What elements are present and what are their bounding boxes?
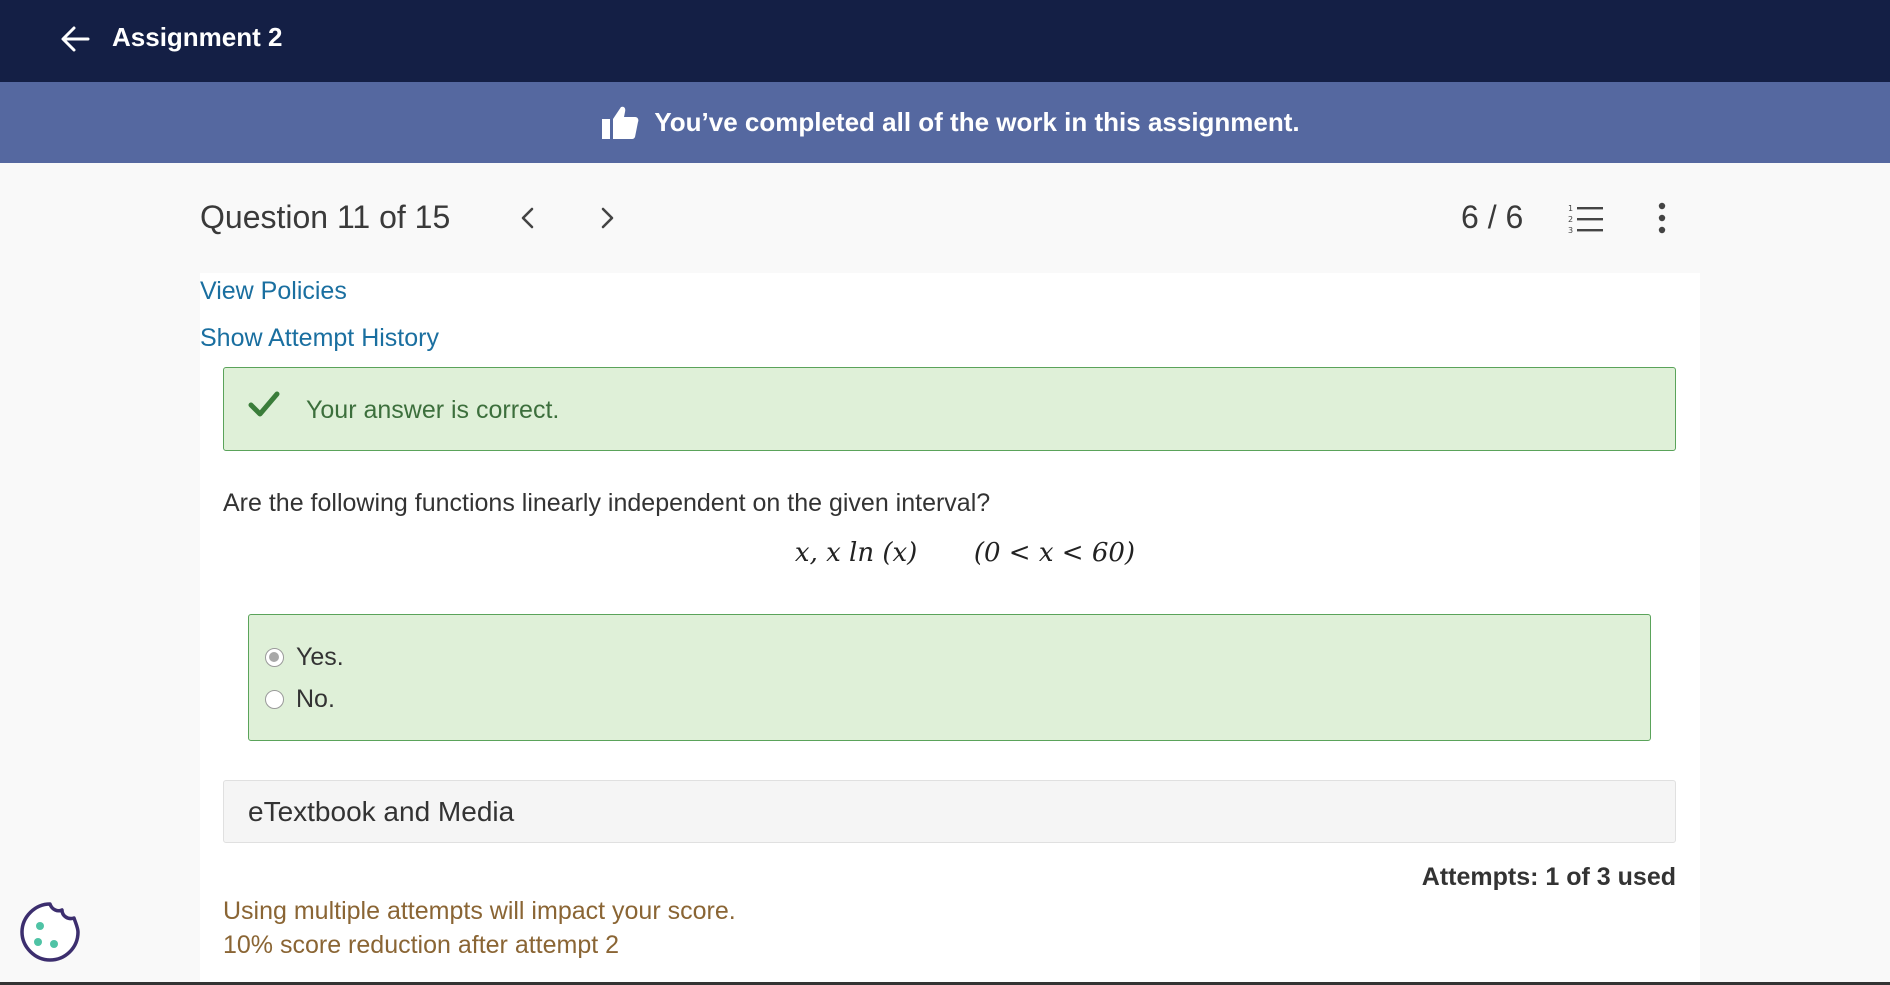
question-prompt: Are the following functions linearly ind… [223,489,991,517]
numbered-list-icon[interactable]: 1 2 3 [1568,203,1604,235]
svg-text:2: 2 [1568,215,1573,224]
policy-note: 10% score reduction after attempt 2 [223,931,620,959]
completion-banner: You’ve completed all of the work in this… [0,82,1890,163]
option-label: No. [296,685,335,713]
svg-text:1: 1 [1568,204,1573,213]
left-gutter [0,273,200,985]
attempts-counter: Attempts: 1 of 3 used [1421,863,1676,891]
chevron-left-icon[interactable] [513,203,543,233]
view-policies-link[interactable]: View Policies [200,277,347,306]
policy-note: Using multiple attempts will impact your… [223,897,736,925]
arrow-left-icon[interactable] [58,22,92,56]
thumbs-up-icon [602,106,639,139]
svg-text:3: 3 [1568,226,1573,235]
top-bar: Assignment 2 [0,0,1890,82]
feedback-text: Your answer is correct. [306,396,560,424]
etextbook-label: eTextbook and Media [248,796,515,827]
question-score: 6 / 6 [1461,199,1524,235]
feedback-box: Your answer is correct. [223,367,1676,451]
math-interval: (0 < x < 60) [973,538,1136,568]
show-attempt-history-link[interactable]: Show Attempt History [200,324,439,353]
option-label: Yes. [296,643,344,671]
radio-yes[interactable] [265,648,284,667]
cookie-icon[interactable] [18,900,82,964]
radio-no[interactable] [265,690,284,709]
kebab-menu-icon[interactable] [1650,201,1674,235]
right-gutter [1700,273,1890,985]
etextbook-media-panel[interactable]: eTextbook and Media [223,780,1676,843]
answer-options: Yes. No. [248,614,1651,741]
assignment-title: Assignment 2 [112,22,283,52]
checkmark-icon [248,391,280,417]
math-functions: x, x ln (x) [794,538,918,568]
chevron-right-icon[interactable] [592,203,622,233]
banner-message: You’ve completed all of the work in this… [654,107,1300,137]
question-nav-bar: Question 11 of 15 6 / 6 1 2 3 [0,163,1890,273]
option-yes[interactable]: Yes. [265,643,344,672]
question-counter: Question 11 of 15 [200,199,451,235]
math-expression: x, x ln (x) (0 < x < 60) [0,538,1890,568]
option-no[interactable]: No. [265,685,335,714]
